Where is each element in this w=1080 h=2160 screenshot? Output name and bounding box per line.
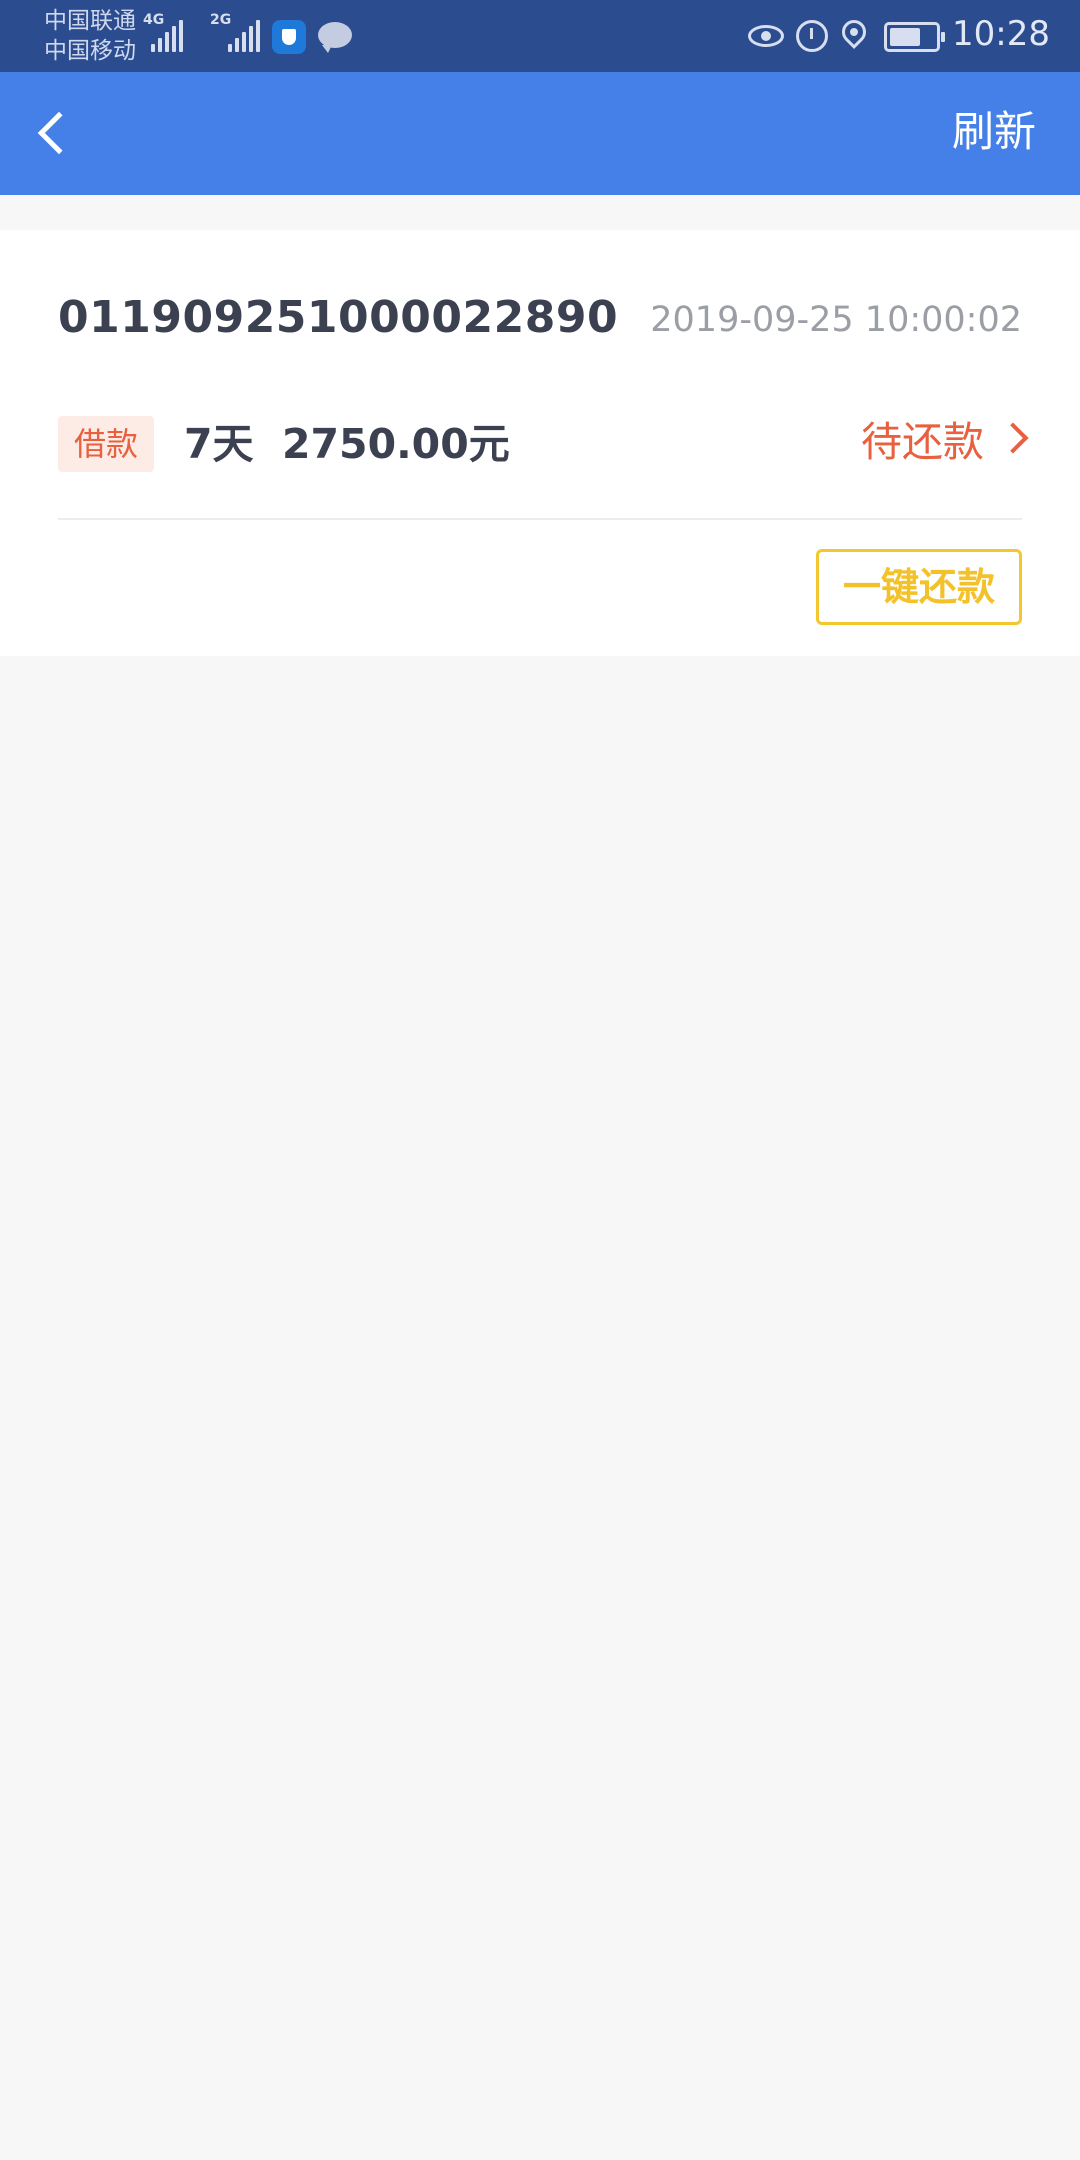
location-icon — [837, 15, 871, 49]
one-click-repay-button[interactable]: 一键还款 — [816, 549, 1022, 625]
loan-term: 7天 — [184, 420, 254, 468]
status-bar: 中国联通 中国移动 4G 2G 10:28 — [0, 0, 1080, 72]
battery-icon — [884, 22, 945, 52]
carrier-2: 中国移动 — [44, 38, 136, 64]
message-bubble-icon — [318, 22, 352, 53]
back-button[interactable] — [24, 94, 104, 174]
carrier-info: 中国联通 中国移动 — [44, 6, 136, 66]
loan-type-badge: 借款 — [58, 416, 154, 472]
repay-status-link[interactable]: 待还款 — [861, 406, 1029, 470]
alarm-icon — [796, 20, 828, 52]
back-arrow-icon — [37, 111, 81, 155]
loan-amount: 2750.00元 — [282, 420, 510, 468]
chevron-right-icon — [997, 422, 1029, 454]
carrier-1: 中国联通 — [44, 8, 136, 34]
order-number: 011909251000022890 — [58, 292, 619, 343]
order-datetime: 2019-09-25 10:00:02 — [650, 300, 1022, 340]
repay-status: 待还款 — [861, 418, 984, 466]
order-card[interactable]: 011909251000022890 2019-09-25 10:00:02 借… — [0, 230, 1080, 656]
status-time: 10:28 — [952, 14, 1050, 54]
nav-bar: 刷新 — [0, 72, 1080, 195]
refresh-button[interactable]: 刷新 — [952, 96, 1036, 168]
divider — [58, 518, 1022, 520]
eye-icon — [748, 25, 784, 47]
shield-icon — [272, 20, 306, 54]
